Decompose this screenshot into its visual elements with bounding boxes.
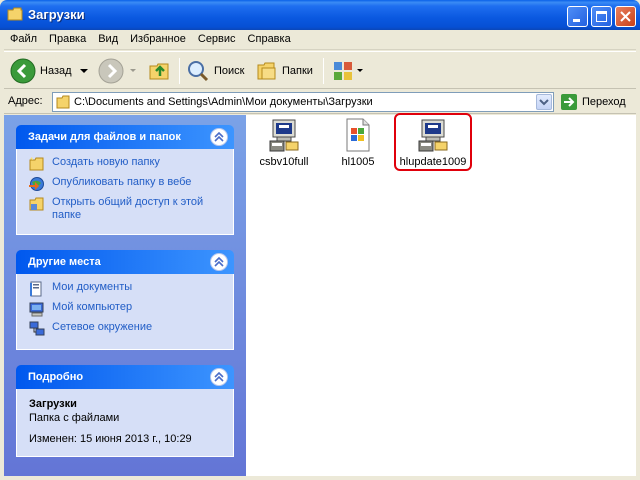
back-arrow-icon <box>10 58 36 84</box>
search-icon <box>188 61 209 82</box>
file-item[interactable]: hl1005 <box>320 118 396 169</box>
folder-icon <box>7 7 23 21</box>
views-button[interactable] <box>332 56 364 86</box>
menu-view[interactable]: Вид <box>92 30 124 50</box>
file-name: hl1005 <box>341 156 375 168</box>
installer-icon <box>269 119 299 152</box>
my-computer-icon <box>29 302 44 317</box>
address-path: C:\Documents and Settings\Admin\Мои доку… <box>74 96 373 108</box>
task-label: Открыть общий доступ к этой папке <box>52 196 204 221</box>
toolbar: Назад Поиск Папки <box>4 51 636 89</box>
up-folder-icon <box>149 63 169 80</box>
file-name: csbv10full <box>259 156 309 168</box>
file-item[interactable]: csbv10full <box>246 118 322 169</box>
share-folder-icon <box>29 197 44 211</box>
place-my-documents[interactable]: Мои документы <box>29 281 233 297</box>
go-button[interactable]: Переход <box>560 93 626 111</box>
places-panel-title: Другие места <box>28 256 101 268</box>
menu-tools[interactable]: Сервис <box>192 30 242 50</box>
chevron-up-icon <box>214 371 224 382</box>
maximize-icon <box>596 11 607 22</box>
details-panel: Подробно Загрузки Папка с файлами Измене… <box>16 365 234 457</box>
details-panel-title: Подробно <box>28 371 84 383</box>
collapse-button[interactable] <box>210 128 228 146</box>
task-publish-web[interactable]: Опубликовать папку в вебе <box>29 176 233 192</box>
folders-icon <box>257 62 276 80</box>
chevron-up-icon <box>214 256 224 267</box>
chevron-down-icon <box>539 99 549 106</box>
back-label: Назад <box>40 65 72 77</box>
task-label: Создать новую папку <box>52 156 160 168</box>
menu-favorites[interactable]: Избранное <box>124 30 192 50</box>
folders-label: Папки <box>282 65 313 77</box>
address-dropdown-button[interactable] <box>536 94 552 110</box>
tasks-panel-body: Создать новую папку Опубликовать папку в… <box>16 149 234 235</box>
menu-help[interactable]: Справка <box>242 30 297 50</box>
folder-icon <box>56 95 70 109</box>
collapse-button[interactable] <box>210 368 228 386</box>
back-button[interactable]: Назад <box>10 56 90 86</box>
details-panel-body: Загрузки Папка с файлами Изменен: 15 июн… <box>16 389 234 457</box>
forward-arrow-icon <box>98 58 124 84</box>
address-label: Адрес: <box>8 95 43 107</box>
title-bar[interactable]: Загрузки <box>0 0 640 30</box>
task-new-folder[interactable]: Создать новую папку <box>29 156 233 172</box>
toolbar-separator <box>323 58 324 84</box>
address-bar: Адрес: C:\Documents and Settings\Admin\М… <box>4 90 636 114</box>
task-label: Опубликовать папку в вебе <box>52 176 192 188</box>
chevron-down-icon[interactable] <box>356 66 364 76</box>
new-folder-icon <box>29 157 44 171</box>
forward-button[interactable] <box>98 56 138 86</box>
folders-button[interactable]: Папки <box>256 56 313 86</box>
place-label: Сетевое окружение <box>52 321 153 333</box>
places-panel: Другие места Мои документы Мой компьютер… <box>16 250 234 350</box>
detail-name: Загрузки <box>29 398 77 410</box>
place-my-computer[interactable]: Мой компьютер <box>29 301 233 317</box>
tasks-panel: Задачи для файлов и папок Создать новую … <box>16 125 234 235</box>
menu-file[interactable]: Файл <box>4 30 43 50</box>
go-label: Переход <box>582 96 626 108</box>
task-share-folder[interactable]: Открыть общий доступ к этой папке <box>29 196 233 222</box>
detail-modified: Изменен: 15 июня 2013 г., 10:29 <box>29 433 192 445</box>
minimize-button[interactable] <box>567 6 588 27</box>
publish-web-icon <box>29 177 44 191</box>
detail-type: Папка с файлами <box>29 412 120 424</box>
go-arrow-icon <box>561 94 577 110</box>
tasks-panel-title: Задачи для файлов и папок <box>28 131 181 143</box>
maximize-button[interactable] <box>591 6 612 27</box>
tasks-panel-header[interactable]: Задачи для файлов и папок <box>16 125 234 149</box>
minimize-icon <box>573 19 580 22</box>
task-pane: Задачи для файлов и папок Создать новую … <box>4 115 246 476</box>
file-item-selected[interactable]: hlupdate1009 <box>394 113 472 171</box>
places-panel-header[interactable]: Другие места <box>16 250 234 274</box>
my-documents-icon <box>30 281 42 297</box>
up-folder-button[interactable] <box>148 56 172 86</box>
search-button[interactable]: Поиск <box>186 56 244 86</box>
close-icon <box>620 11 631 22</box>
chevron-up-icon <box>214 131 224 142</box>
views-icon <box>334 62 352 80</box>
search-label: Поиск <box>214 65 245 77</box>
menu-bar: Файл Правка Вид Избранное Сервис Справка <box>4 30 636 50</box>
chevron-down-icon[interactable] <box>78 66 90 76</box>
file-view[interactable]: csbv10full hl1005 hlupdate1009 <box>246 113 636 476</box>
close-button[interactable] <box>615 6 636 27</box>
place-network[interactable]: Сетевое окружение <box>29 321 233 337</box>
windows-installer-icon <box>346 118 370 152</box>
address-input[interactable]: C:\Documents and Settings\Admin\Мои доку… <box>52 92 554 112</box>
toolbar-separator <box>179 58 180 84</box>
places-panel-body: Мои документы Мой компьютер Сетевое окру… <box>16 274 234 350</box>
place-label: Мой компьютер <box>52 301 133 313</box>
installer-icon <box>418 119 448 152</box>
chevron-down-icon[interactable] <box>128 66 138 76</box>
place-label: Мои документы <box>52 281 133 293</box>
details-panel-header[interactable]: Подробно <box>16 365 234 389</box>
file-name: hlupdate1009 <box>399 156 467 168</box>
menu-edit[interactable]: Правка <box>43 30 92 50</box>
network-icon <box>29 321 45 336</box>
collapse-button[interactable] <box>210 253 228 271</box>
window-title: Загрузки <box>28 7 85 22</box>
